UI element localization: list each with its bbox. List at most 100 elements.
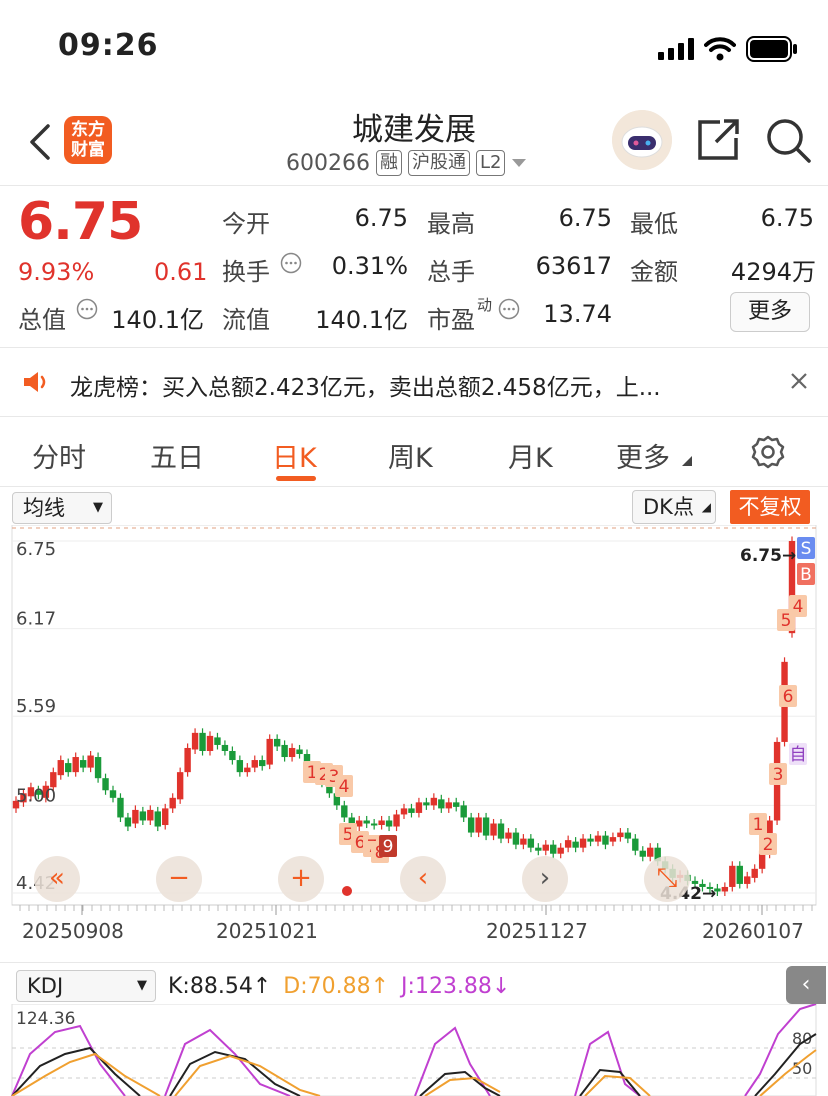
status-icons [658, 36, 798, 62]
change-percent: 9.93% [18, 258, 95, 286]
candle-body [236, 760, 244, 773]
candle-body [721, 886, 729, 892]
market-cap-value: 140.1亿 [111, 306, 204, 334]
candle-body [296, 749, 303, 755]
candle-body [490, 823, 497, 836]
candle-body [400, 808, 408, 815]
candle-body [527, 838, 535, 848]
candle-body [57, 760, 64, 776]
candle-body [72, 757, 79, 773]
candle-body [550, 844, 557, 854]
assistant-avatar-icon[interactable] [612, 110, 672, 170]
tab-more[interactable]: 更多 [616, 436, 670, 475]
pe-label: 市盈 [427, 306, 475, 334]
collapse-panel-button[interactable]: ‹ [786, 966, 826, 1004]
high-label: 最高 [427, 210, 475, 238]
scroll-start-button[interactable]: « [34, 856, 80, 902]
candle-body [266, 738, 273, 765]
ma-dropdown[interactable]: 均线 ▼ [12, 492, 112, 524]
candle-body [408, 808, 415, 813]
candle-body [251, 760, 258, 768]
candle-body [288, 747, 296, 758]
candle-body [162, 808, 169, 826]
candle-body [587, 838, 594, 842]
kdj-j-line [11, 1004, 817, 1096]
scroll-right-button[interactable]: › [522, 856, 568, 902]
search-icon[interactable] [764, 116, 812, 164]
tag-connect: 沪股通 [407, 150, 470, 176]
candle-body [341, 805, 348, 818]
adjust-toggle-button[interactable]: 不复权 [730, 490, 810, 524]
candle-body [281, 744, 288, 758]
volume-label: 总手 [427, 258, 475, 286]
tab-monthly-k[interactable]: 月K [508, 436, 553, 475]
candle-body [736, 865, 743, 884]
info-icon[interactable] [280, 252, 302, 274]
y-tick-label: 6.75 [16, 539, 56, 560]
info-icon[interactable] [498, 298, 520, 320]
candle-body [415, 802, 423, 813]
candle-body [244, 767, 251, 773]
candle-body [512, 832, 520, 845]
signal-label: B [800, 565, 812, 585]
candle-body [199, 732, 206, 751]
share-icon[interactable] [696, 116, 740, 162]
candle-body [229, 750, 236, 761]
candle-body [169, 797, 176, 809]
candle-body [363, 820, 370, 824]
notice-text[interactable]: 龙虎榜：买入总额2.423亿元，卖出总额2.458亿元，上... [70, 368, 750, 402]
kdj-k-line [11, 1033, 817, 1096]
info-icon[interactable] [76, 298, 98, 320]
gear-icon[interactable] [750, 434, 786, 470]
candle-body [109, 790, 117, 798]
indicator-dropdown[interactable]: KDJ ▼ [16, 970, 156, 1002]
kdj-ref-50: 50 [792, 1059, 812, 1078]
x-tick-label: 20260107 [702, 919, 804, 943]
zoom-in-button[interactable]: + [278, 856, 324, 902]
dk-dropdown[interactable]: DK点 ◢ [632, 490, 716, 524]
pe-value: 13.74 [543, 300, 612, 328]
candle-body [124, 817, 132, 827]
high-price-marker: 6.75→ [740, 546, 796, 566]
candle-body [79, 760, 87, 768]
y-tick-label: 5.59 [16, 696, 56, 717]
volume-value: 63617 [535, 252, 612, 280]
caret-icon [682, 456, 692, 466]
tab-intraday[interactable]: 分时 [32, 436, 86, 475]
tab-daily-k[interactable]: 日K [272, 436, 317, 475]
candle-body [594, 835, 602, 842]
kdj-chart: 124.36 80 50 [11, 1004, 817, 1096]
candle-body [609, 837, 617, 842]
candle-body [132, 809, 139, 824]
tab-active-indicator [276, 476, 316, 481]
change-amount: 0.61 [154, 258, 208, 286]
tab-weekly-k[interactable]: 周K [388, 436, 433, 475]
more-button[interactable]: 更多 [730, 292, 810, 332]
kdj-toolbar: KDJ ▼ K:88.54↑ D:70.88↑ J:123.88↓ [16, 970, 510, 1002]
chart-grid [11, 525, 817, 906]
candle-body [259, 760, 266, 767]
fullscreen-button[interactable]: ⤡ [644, 856, 690, 902]
signal-label: 5 [781, 611, 792, 631]
signal-label: 2 [763, 835, 774, 855]
y-tick-label: 6.17 [16, 609, 56, 630]
close-icon[interactable] [790, 372, 808, 390]
speaker-icon [24, 372, 46, 392]
tab-five-day[interactable]: 五日 [150, 436, 204, 475]
amount-label: 金额 [630, 258, 678, 286]
y-tick-label: 5.00 [16, 785, 56, 806]
header-divider [0, 185, 828, 186]
candle-body [453, 802, 460, 807]
candle-body [505, 832, 512, 839]
kdj-divider [0, 962, 828, 963]
candle-body [535, 847, 542, 851]
battery-icon [746, 36, 797, 62]
stock-subtitle[interactable]: 600266 融 沪股通 L2 [286, 150, 527, 176]
scroll-left-button[interactable]: ‹ [400, 856, 446, 902]
candle-body [632, 838, 639, 851]
candle-body [624, 832, 632, 839]
x-axis-labels: 20250908 20251021 20251127 20260107 [12, 904, 816, 943]
zoom-out-button[interactable]: − [156, 856, 202, 902]
candle-body [579, 838, 587, 848]
candle-body [497, 823, 505, 839]
